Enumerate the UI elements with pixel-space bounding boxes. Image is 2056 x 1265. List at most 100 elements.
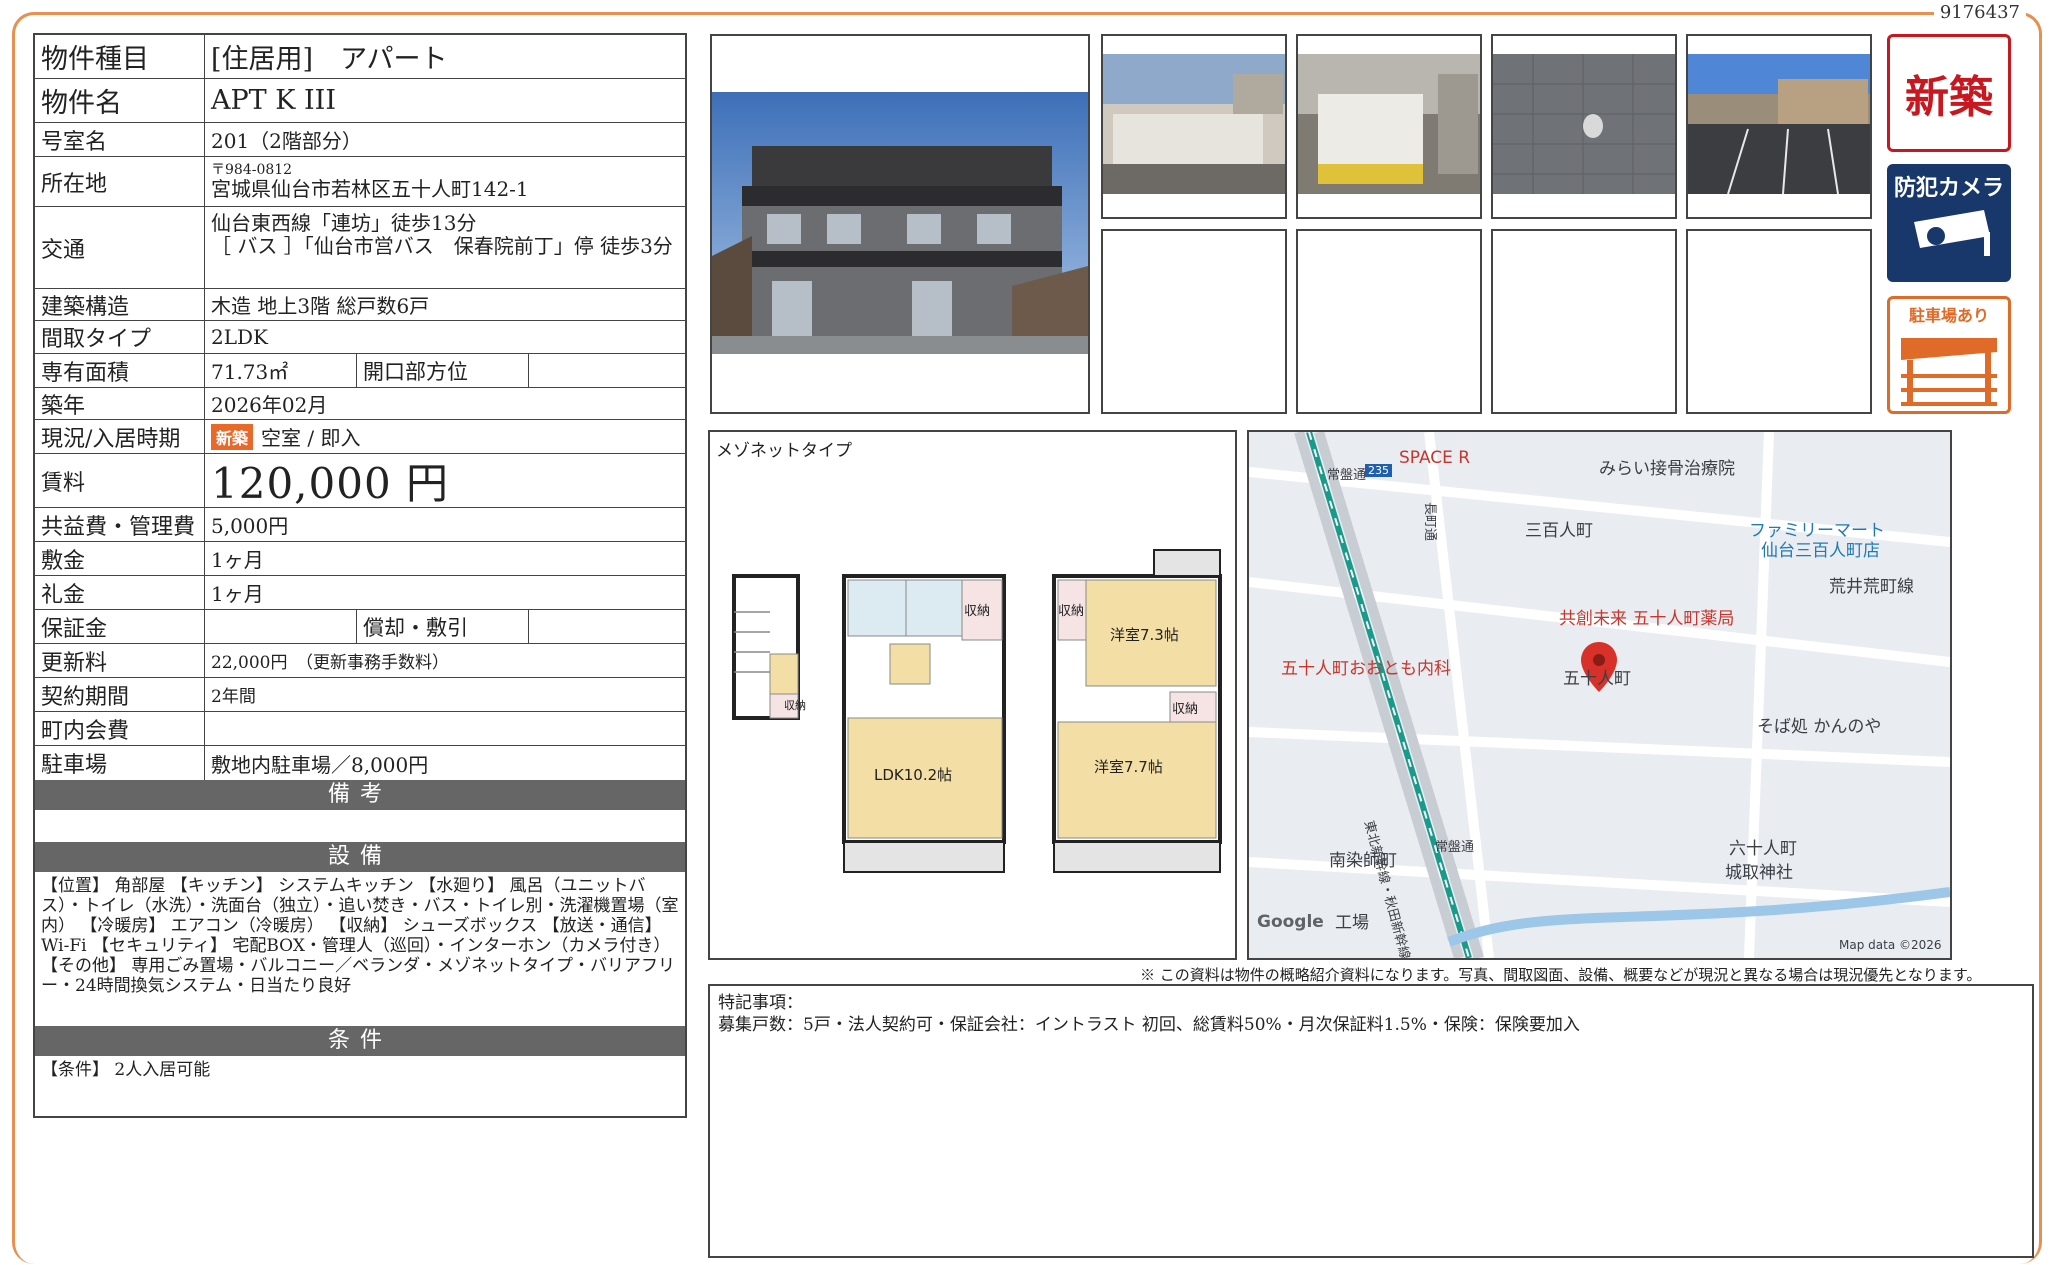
parking-available-label: 駐車場あり — [1908, 306, 1989, 325]
map-label-pharmacy: 共創未来 五十人町薬局 — [1559, 609, 1735, 629]
row-built: 築年 2026年02月 — [35, 388, 685, 420]
guarantee-label: 保証金 — [35, 610, 205, 643]
name-value: APT K III — [211, 85, 337, 116]
location-map[interactable]: SPACE R みらい接骨治療院 三百人町 ファミリーマート 仙台三百人町店 荒… — [1247, 430, 1952, 960]
fee-label: 共益費・管理費 — [35, 508, 205, 541]
photo-thumb-8 — [1686, 229, 1872, 414]
row-type: 物件種目 [住居用] アパート — [35, 35, 685, 79]
address-label: 所在地 — [35, 157, 205, 206]
western-room-2-label: 洋室7.7帖 — [1094, 758, 1163, 776]
address-value: 宮城県仙台市若林区五十人町142-1 — [211, 177, 529, 202]
access-label: 交通 — [35, 207, 205, 288]
row-rent: 賃料 120,000 円 — [35, 454, 685, 508]
pavement-photo — [1493, 54, 1675, 194]
row-status: 現況/入居時期 新築 空室 / 即入 — [35, 420, 685, 454]
key-money-value: 1ヶ月 — [211, 582, 264, 606]
storage-label-4: 収納 — [1172, 702, 1199, 717]
photo-thumb-4 — [1686, 34, 1872, 219]
row-layout: 間取タイプ 2LDK — [35, 321, 685, 354]
row-structure: 建築構造 木造 地上3階 総戸数6戸 — [35, 289, 685, 321]
row-parking: 駐車場 敷地内駐車場／8,000円 — [35, 746, 685, 780]
built-value: 2026年02月 — [211, 393, 328, 417]
row-guarantee: 保証金 償却・敷引 — [35, 610, 685, 644]
storage-label-3: 収納 — [1058, 604, 1085, 619]
map-attribution: Map data ©2026 — [1839, 938, 1942, 952]
security-camera-label: 防犯カメラ — [1893, 176, 2004, 201]
map-label-space-r: SPACE R — [1399, 448, 1471, 468]
photo-thumb-2 — [1296, 34, 1482, 219]
map-label-familymart-branch: 仙台三百人町店 — [1761, 541, 1880, 561]
map-label-sanbyakunin: 三百人町 — [1525, 521, 1593, 541]
map-roads — [1249, 432, 1950, 958]
area-value: 71.73㎡ — [205, 354, 357, 387]
row-area: 専有面積 71.73㎡ 開口部方位 — [35, 354, 685, 388]
row-renewal: 更新料 22,000円 （更新事務手数料） — [35, 644, 685, 678]
conditions-body: 【条件】 2人入居可能 — [41, 1060, 211, 1080]
area-label: 専有面積 — [35, 354, 205, 387]
map-label-shrine: 城取神社 — [1725, 863, 1793, 883]
rent-label: 賃料 — [35, 454, 205, 507]
rent-value: 120,000 円 — [211, 459, 450, 508]
map-label-naika: 五十人町おおとも内科 — [1281, 659, 1451, 679]
status-cell: 新築 空室 / 即入 — [205, 420, 685, 453]
main-building-photo — [710, 34, 1090, 414]
photo-thumb-1 — [1101, 34, 1287, 219]
photo-thumb-7 — [1491, 229, 1677, 414]
map-label-rokujunin: 六十人町 — [1729, 839, 1797, 859]
contract-label: 契約期間 — [35, 678, 205, 711]
row-key-money: 礼金 1ヶ月 — [35, 576, 685, 610]
address-cell: 〒984-0812 宮城県仙台市若林区五十人町142-1 — [205, 157, 685, 206]
contract-value: 2年間 — [211, 687, 256, 707]
key-money-label: 礼金 — [35, 576, 205, 609]
row-contract: 契約期間 2年間 — [35, 678, 685, 712]
conditions-heading: 条件 — [35, 1026, 685, 1056]
amortization-value — [529, 610, 685, 643]
row-address: 所在地 〒984-0812 宮城県仙台市若林区五十人町142-1 — [35, 157, 685, 207]
ldk-label: LDK10.2帖 — [874, 766, 953, 784]
deposit-label: 敷金 — [35, 542, 205, 575]
remarks-heading: 備考 — [35, 780, 685, 810]
equipment-heading: 設備 — [35, 842, 685, 872]
layout-value: 2LDK — [211, 325, 268, 349]
association-label: 町内会費 — [35, 712, 205, 745]
row-name: 物件名 APT K III — [35, 79, 685, 123]
parking-value: 敷地内駐車場／8,000円 — [211, 752, 429, 777]
new-badge: 新築 — [211, 423, 254, 450]
map-route-235: 235 — [1365, 464, 1392, 477]
amortization-label: 償却・敷引 — [357, 610, 529, 643]
row-access: 交通 仙台東西線「連坊」徒歩13分 ［ バス ］「仙台市営バス 保春院前丁」停 … — [35, 207, 685, 289]
access-line-1: 仙台東西線「連坊」徒歩13分 — [211, 211, 477, 235]
guarantee-value — [205, 610, 357, 643]
name-label: 物件名 — [35, 79, 205, 122]
structure-value: 木造 地上3階 総戸数6戸 — [211, 294, 430, 318]
map-label-soba: そば処 かんのや — [1757, 717, 1882, 737]
parking-label: 駐車場 — [35, 746, 205, 780]
row-association: 町内会費 — [35, 712, 685, 746]
renewal-label: 更新料 — [35, 644, 205, 677]
western-room-1-label: 洋室7.3帖 — [1110, 626, 1179, 644]
delivery-box-photo — [1298, 54, 1480, 194]
storage-label-1: 収納 — [784, 699, 806, 712]
map-label-arai-line: 荒井荒町線 — [1829, 577, 1914, 597]
disclaimer-note: ※ この資料は物件の概略紹介資料になります。写真、間取図面、設備、概要などが現況… — [1140, 966, 1982, 984]
floor-plan-drawing — [732, 549, 1222, 873]
map-label-gojunin: 五十人町 — [1563, 669, 1631, 689]
parking-available-icon: 駐車場あり — [1887, 296, 2011, 414]
google-logo: Google — [1257, 912, 1324, 932]
direction-label: 開口部方位 — [357, 354, 529, 387]
building-photo-image — [712, 92, 1088, 354]
trash-area-photo — [1103, 54, 1285, 194]
floor-plan-panel: メゾネットタイプ 収納 収納 収納 収納 LDK10.2帖 洋室7.3帖 洋室7… — [708, 430, 1237, 960]
map-label-tokiwa-south: 常盤通 — [1435, 840, 1475, 855]
layout-label: 間取タイプ — [35, 321, 205, 353]
new-construction-icon: 新築 — [1887, 34, 2011, 152]
row-room: 号室名 201（2階部分） — [35, 123, 685, 157]
association-value — [205, 712, 685, 745]
type-value: [住居用] アパート — [211, 44, 448, 75]
document-id: 9176437 — [1933, 2, 2026, 23]
spec-table: 物件種目 [住居用] アパート 物件名 APT K III 号室名 201（2階… — [33, 33, 687, 1118]
row-deposit: 敷金 1ヶ月 — [35, 542, 685, 576]
map-label-factory: 工場 — [1335, 913, 1369, 933]
structure-label: 建築構造 — [35, 289, 205, 320]
map-label-nagamachi: 長町通 — [1422, 502, 1437, 542]
